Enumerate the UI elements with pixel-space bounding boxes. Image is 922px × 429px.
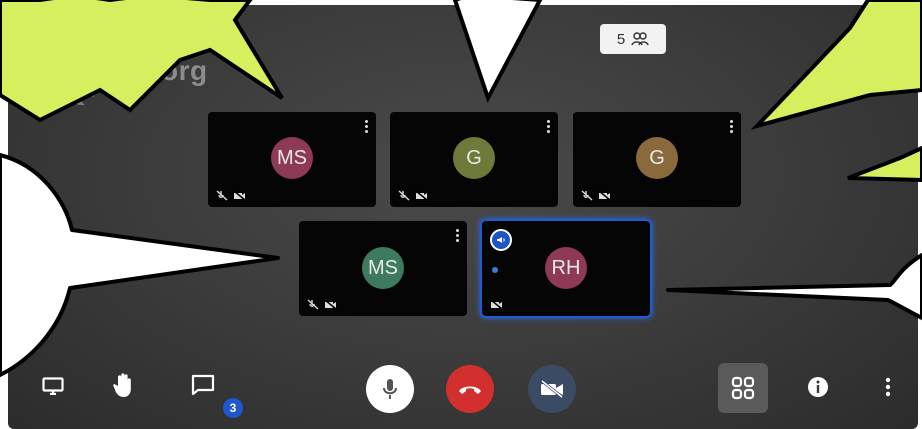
chat-unread-badge: 3: [223, 398, 243, 418]
microphone-icon: [383, 379, 397, 399]
participant-tile-active-speaker[interactable]: RH: [482, 221, 650, 316]
participant-tile[interactable]: G: [573, 112, 741, 207]
more-vertical-icon: [885, 377, 891, 397]
camera-off-icon: [598, 190, 611, 201]
participants-count-value: 5: [616, 30, 626, 48]
tile-menu-icon[interactable]: [456, 229, 459, 242]
screen-share-button[interactable]: [38, 372, 68, 400]
jitsi-logo-icon: [57, 38, 95, 105]
camera-off-icon: [541, 379, 563, 399]
tile-menu-icon[interactable]: [365, 120, 368, 133]
screen-share-icon: [42, 377, 64, 395]
mic-muted-icon: [307, 299, 319, 310]
dominant-speaker-icon: [490, 229, 512, 251]
mic-muted-icon: [216, 190, 228, 201]
participant-tile[interactable]: MS: [299, 221, 467, 316]
participant-tile[interactable]: MS: [208, 112, 376, 207]
camera-off-icon: [490, 299, 503, 310]
tile-menu-icon[interactable]: [547, 120, 550, 133]
participants-icon: [631, 32, 649, 46]
camera-off-icon: [233, 190, 246, 201]
camera-off-icon: [324, 299, 337, 310]
participant-avatar: MS: [271, 137, 313, 179]
participant-avatar: MS: [362, 247, 404, 289]
info-button[interactable]: [804, 373, 832, 401]
participant-avatar: G: [636, 137, 678, 179]
more-options-button[interactable]: [878, 373, 898, 401]
raise-hand-icon: [113, 373, 131, 397]
mic-muted-icon: [581, 190, 593, 201]
jitsi-logo-text: jitsi.org: [102, 55, 208, 86]
participants-count-button[interactable]: 5: [600, 24, 666, 54]
camera-off-icon: [415, 190, 428, 201]
participant-avatar: RH: [545, 247, 587, 289]
microphone-button[interactable]: [366, 365, 414, 413]
tile-menu-icon[interactable]: [730, 120, 733, 133]
connection-indicator-dot: [492, 267, 498, 273]
jitsi-logo: jitsi.org: [48, 37, 208, 105]
end-call-button[interactable]: [446, 365, 494, 413]
participant-avatar: G: [453, 137, 495, 179]
hangup-icon: [459, 386, 481, 394]
chat-icon: [191, 374, 215, 396]
tile-view-icon: [731, 376, 755, 400]
chat-button[interactable]: [188, 370, 218, 400]
info-icon: [808, 377, 828, 397]
tile-view-button[interactable]: [718, 363, 768, 413]
conference-stage: jitsi.org 5 MS G G MS RH 3: [8, 5, 918, 429]
raise-hand-button[interactable]: [108, 369, 138, 401]
camera-button[interactable]: [528, 365, 576, 413]
participant-tile[interactable]: G: [390, 112, 558, 207]
mic-muted-icon: [398, 190, 410, 201]
